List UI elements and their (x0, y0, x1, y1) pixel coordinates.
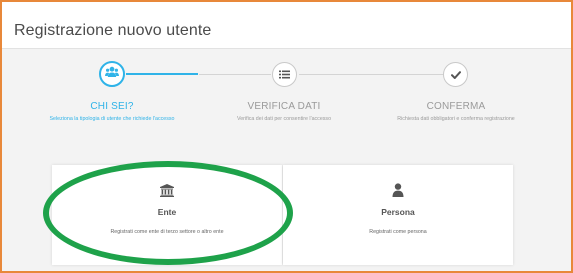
step-1-circle[interactable] (99, 61, 125, 87)
header-divider (2, 48, 571, 49)
step-2-label: VERIFICA DATI (247, 101, 321, 112)
step-2-description: Verifica dei dati per consentire l'acces… (236, 116, 332, 122)
institution-icon (160, 184, 174, 202)
step-3-description: Richiesta dati obbligatori e conferma re… (397, 116, 515, 122)
step-1-label: CHI SEI? (90, 101, 134, 112)
option-description-ente: Registrati come ente di terzo settore o … (110, 229, 224, 235)
step-2-circle[interactable] (272, 62, 297, 87)
stepper-line-2 (199, 74, 271, 75)
step-3-label: CONFERMA (426, 101, 486, 112)
step-1-description: Seleziona la tipologia di utente che ric… (49, 116, 175, 122)
option-card-persona[interactable]: Persona Registrati come persona (283, 165, 513, 265)
option-card-ente[interactable]: Ente Registrati come ente di terzo setto… (52, 165, 282, 265)
stepper-line-1 (126, 73, 198, 75)
stepper-line-3 (299, 74, 444, 75)
page-header: Registrazione nuovo utente (2, 2, 571, 48)
option-label-ente: Ente (157, 207, 177, 217)
list-icon (279, 66, 290, 84)
page-title: Registrazione nuovo utente (14, 22, 212, 39)
step-3-circle[interactable] (443, 62, 468, 87)
option-label-persona: Persona (381, 207, 415, 217)
person-icon (392, 183, 404, 202)
option-description-persona: Registrati come persona (369, 229, 427, 235)
check-icon (450, 66, 461, 84)
users-icon (105, 65, 119, 83)
